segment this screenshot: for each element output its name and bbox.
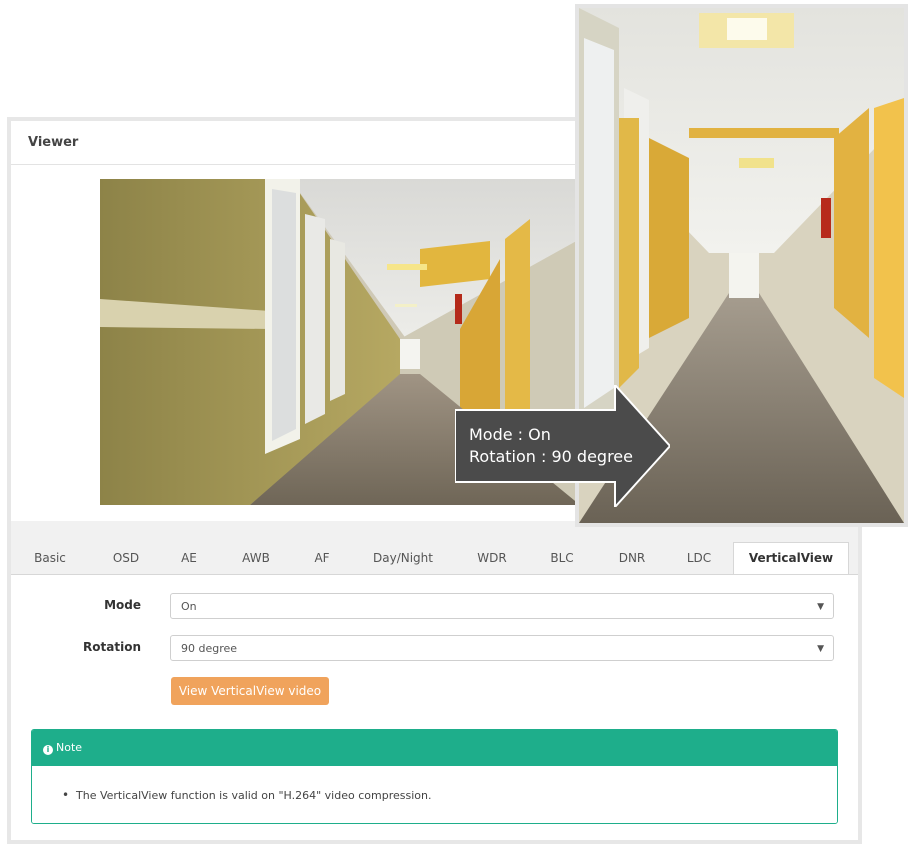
- tab-blc[interactable]: BLC: [539, 543, 585, 574]
- info-icon: i: [43, 745, 53, 755]
- rotation-label: Rotation: [83, 640, 141, 654]
- settings-area: Basic OSD AE AWB AF Day/Night WDR BLC DN…: [11, 521, 858, 840]
- note-header: i Note: [32, 730, 837, 766]
- verticalview-tab-content: Mode On ▼ Rotation 90 degree ▼ View Vert…: [11, 574, 858, 840]
- note-box: iNote The VerticalView function is valid…: [31, 729, 838, 824]
- tab-dnr[interactable]: DNR: [609, 543, 655, 574]
- tab-basic[interactable]: Basic: [25, 543, 75, 574]
- mode-select-value: On: [181, 600, 197, 613]
- tab-bar: Basic OSD AE AWB AF Day/Night WDR BLC DN…: [11, 521, 858, 576]
- chevron-down-icon: ▼: [817, 644, 824, 654]
- tab-af[interactable]: AF: [307, 543, 337, 574]
- settings-callout: Mode : On Rotation : 90 degree: [455, 385, 670, 507]
- tab-day-night[interactable]: Day/Night: [363, 543, 443, 574]
- viewer-title: Viewer: [28, 135, 79, 150]
- chevron-down-icon: ▼: [817, 602, 824, 612]
- tab-awb[interactable]: AWB: [233, 543, 279, 574]
- tab-wdr[interactable]: WDR: [469, 543, 515, 574]
- tab-ae[interactable]: AE: [169, 543, 209, 574]
- mode-label: Mode: [104, 598, 141, 612]
- tab-ldc[interactable]: LDC: [679, 543, 719, 574]
- note-body: The VerticalView function is valid on "H…: [32, 766, 837, 823]
- view-verticalview-video-button[interactable]: View VerticalView video: [171, 677, 329, 705]
- rotation-select-value: 90 degree: [181, 642, 238, 655]
- right-arrow-shape: [455, 385, 670, 507]
- rotation-select[interactable]: 90 degree ▼: [170, 635, 834, 661]
- callout-rotation-text: Rotation : 90 degree: [469, 447, 633, 466]
- note-title: Note: [56, 741, 83, 754]
- note-list-item: The VerticalView function is valid on "H…: [62, 788, 431, 802]
- mode-select[interactable]: On ▼: [170, 593, 834, 619]
- tab-osd[interactable]: OSD: [101, 543, 151, 574]
- callout-mode-text: Mode : On: [469, 425, 551, 444]
- tab-verticalview[interactable]: VerticalView: [733, 542, 849, 576]
